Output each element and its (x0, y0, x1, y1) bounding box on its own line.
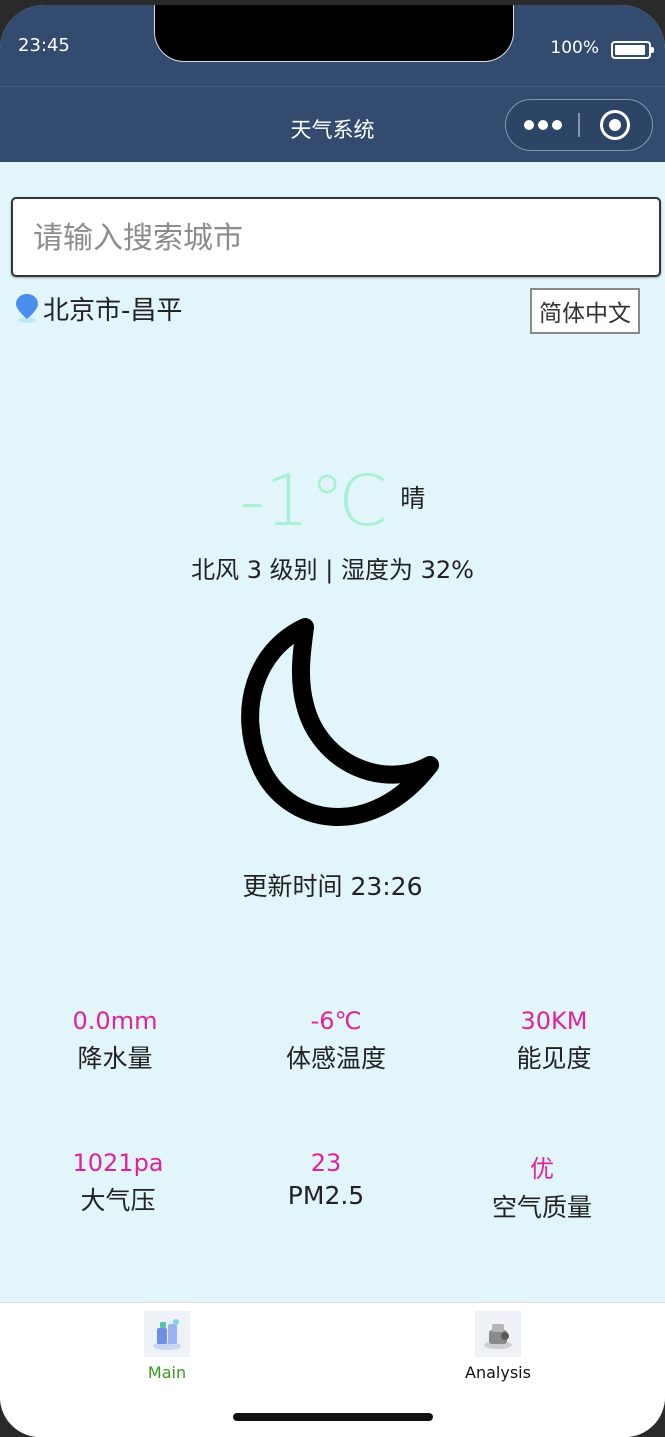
phone-screen: 23:45 100% 天气系统 北京市-昌平 简体中文 -1℃ 晴 北风 3 级别… (0, 5, 665, 1437)
metric-label: 体感温度 (285, 1044, 386, 1073)
metric-label: 大气压 (80, 1186, 156, 1215)
metric-value: 优 (530, 1155, 554, 1183)
temperature: -1℃ (239, 460, 389, 542)
capsule-divider (578, 113, 580, 137)
close-mini-program-icon[interactable] (600, 110, 630, 140)
notch (154, 5, 514, 62)
current-temperature-row: -1℃ 晴 (0, 460, 665, 550)
mini-program-capsule (505, 99, 653, 151)
nav-bar: 天气系统 (0, 86, 665, 162)
metric-pm25: 23 PM2.5 (236, 1149, 416, 1210)
battery-icon (611, 41, 654, 59)
metric-label: PM2.5 (287, 1181, 365, 1210)
language-button[interactable]: 简体中文 (530, 288, 640, 334)
metric-pressure: 1021pa 大气压 (28, 1149, 208, 1217)
status-time: 23:45 (18, 35, 70, 56)
current-location[interactable]: 北京市-昌平 (14, 288, 182, 328)
location-name: 北京市-昌平 (43, 295, 183, 326)
metric-value: 1021pa (72, 1149, 164, 1177)
location-pin-icon (16, 294, 38, 323)
status-bar: 23:45 100% (0, 5, 665, 86)
tab-main-label: Main (147, 1363, 187, 1382)
tab-main[interactable]: Main (107, 1311, 227, 1382)
tab-analysis[interactable]: Analysis (438, 1311, 558, 1382)
metric-precipitation: 0.0mm 降水量 (25, 1007, 205, 1075)
metric-feels-like: -6℃ 体感温度 (246, 1007, 426, 1075)
weather-condition: 晴 (400, 484, 426, 513)
metric-label: 空气质量 (491, 1193, 592, 1222)
metric-value: 23 (310, 1149, 342, 1177)
crescent-moon-icon (241, 618, 439, 826)
metric-value: 0.0mm (72, 1007, 158, 1035)
metric-label: 能见度 (516, 1044, 592, 1073)
metric-value: 30KM (520, 1007, 588, 1035)
battery-percent: 100% (550, 38, 599, 58)
metric-value: -6℃ (310, 1007, 362, 1035)
metric-label: 降水量 (77, 1044, 153, 1073)
home-indicator (233, 1413, 433, 1421)
search-box (11, 197, 661, 277)
metric-air-quality: 优 空气质量 (452, 1149, 632, 1224)
main-tab-icon (144, 1311, 190, 1357)
metric-visibility: 30KM 能见度 (464, 1007, 644, 1075)
wind-humidity: 北风 3 级别 | 湿度为 32% (191, 556, 474, 584)
update-time: 更新时间 23:26 (242, 872, 423, 901)
tab-analysis-label: Analysis (465, 1363, 531, 1382)
search-input[interactable] (31, 209, 635, 267)
more-menu-icon[interactable] (524, 115, 562, 135)
analysis-tab-icon (475, 1311, 521, 1357)
